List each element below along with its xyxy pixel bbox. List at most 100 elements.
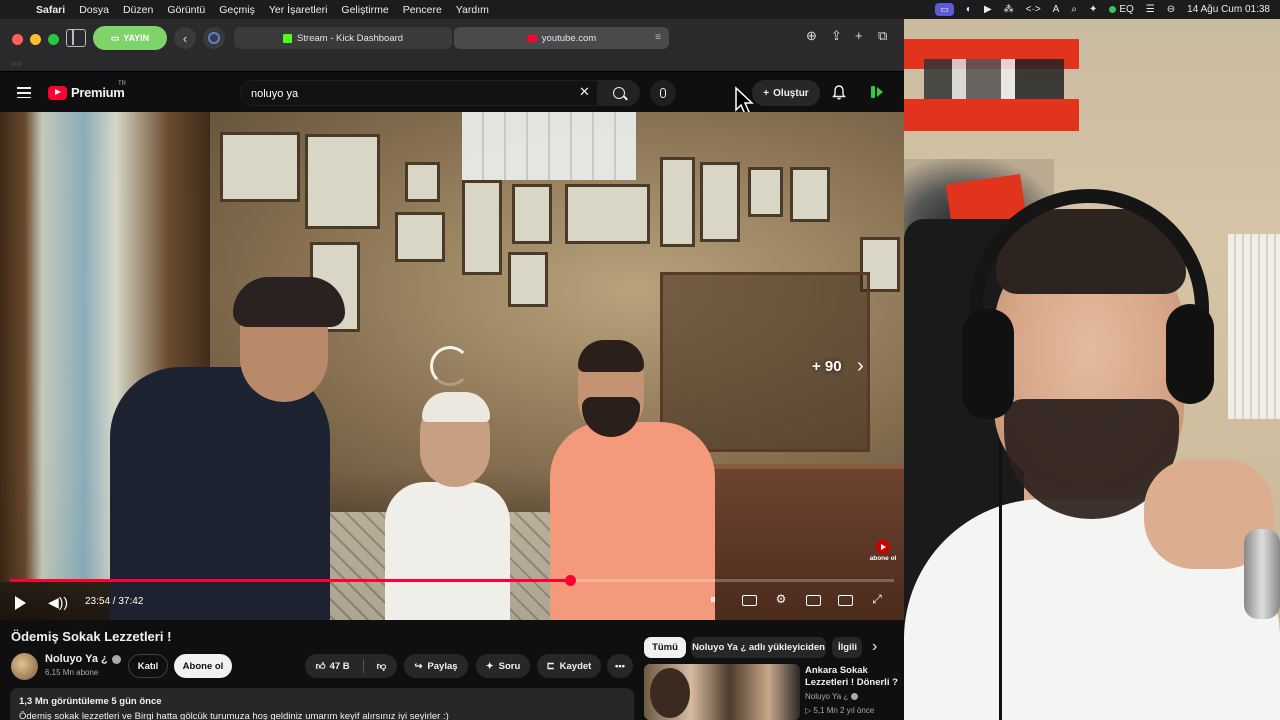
progress-scrubber[interactable] (564, 575, 576, 586)
subscribe-watermark-label: abone ol (869, 555, 897, 562)
settings-gear-icon[interactable]: ⚙ (771, 592, 791, 610)
theater-mode-icon[interactable] (835, 592, 855, 610)
recommended-video-channel[interactable]: Noluyo Ya ¿ (805, 692, 859, 701)
search-button[interactable] (598, 80, 640, 106)
stream-live-button[interactable]: ▭ YAYIN (93, 26, 167, 50)
share-button[interactable]: ↪ Paylaş (404, 654, 468, 678)
back-button-icon[interactable]: ‹ (174, 27, 196, 49)
tab-youtube[interactable]: youtube.com ≡ (454, 27, 669, 49)
ask-button[interactable]: ✦ Soru (476, 654, 530, 678)
account-avatar-icon[interactable] (870, 85, 884, 99)
chip-all[interactable]: Tümü (644, 637, 686, 658)
youtube-premium-logo[interactable]: Premium TR (48, 81, 126, 100)
save-label: Kaydet (559, 660, 592, 672)
tab-kick-dashboard[interactable]: Stream - Kick Dashboard (234, 27, 452, 49)
minimize-window-icon[interactable] (30, 34, 41, 45)
downloads-icon[interactable]: ⊕ (806, 28, 817, 44)
subscribe-watermark[interactable]: abone ol (869, 540, 897, 568)
extension-icon[interactable] (203, 27, 225, 49)
favorites-grid-icon[interactable]: ⁘⁘ (10, 60, 22, 69)
share-icon[interactable]: ⇪ (831, 28, 842, 44)
microphone-icon (660, 88, 666, 98)
channel-name[interactable]: Noluyo Ya ¿ (45, 653, 108, 665)
video-person-center (385, 482, 510, 620)
views-and-date: 1,3 Mn görüntüleme 5 gün önce (19, 696, 162, 707)
video-scene-frame (512, 184, 552, 244)
siri-sparkle-icon[interactable]: ✦ (1089, 4, 1097, 15)
sidebar-toggle-icon[interactable] (66, 29, 86, 47)
progress-bar[interactable] (10, 575, 894, 586)
reader-menu-icon[interactable]: ≡ (655, 32, 661, 43)
description-box[interactable]: 1,3 Mn görüntüleme 5 gün önce Ödemiş sok… (10, 688, 634, 720)
screen-share-icon[interactable]: ▭ (935, 3, 954, 16)
text-cursor-icon[interactable]: A (1053, 4, 1060, 15)
video-scene-frame (748, 167, 783, 217)
video-scene-frame (565, 184, 650, 244)
wifi-dots-icon[interactable]: ⁂ (1004, 4, 1014, 15)
clear-search-icon[interactable]: ✕ (579, 84, 590, 100)
code-icon[interactable]: <·> (1026, 4, 1041, 15)
channel-avatar[interactable] (11, 653, 38, 680)
video-scene-frame (462, 180, 502, 275)
eq-green-dot-icon (1109, 6, 1117, 13)
chevron-right-icon[interactable]: › (857, 355, 864, 378)
video-scene-skylight (462, 112, 636, 180)
search-box (240, 80, 598, 106)
autoplay-toggle-icon[interactable]: ⏸ (703, 592, 723, 610)
menu-gecmis[interactable]: Geçmiş (219, 4, 255, 16)
kick-favicon-icon (282, 33, 292, 43)
menu-yardim[interactable]: Yardım (456, 4, 489, 16)
search-input[interactable] (251, 85, 551, 102)
menu-duzen[interactable]: Düzen (123, 4, 153, 16)
zoom-window-icon[interactable] (48, 34, 59, 45)
video-player[interactable]: + 90 › abone ol ◀)) 23:54 / 37:42 ⏸ ⚙ ⤢ (0, 112, 904, 620)
recommended-video-title[interactable]: Ankara Sokak Lezzetleri ! Dönerli ? (805, 665, 901, 689)
menu-yer-isaretleri[interactable]: Yer İşaretleri (269, 4, 328, 16)
subtitles-icon[interactable] (739, 592, 759, 610)
chip-related[interactable]: İlgili (832, 637, 862, 658)
focus-mode-icon[interactable]: ⊖ (1167, 4, 1175, 15)
dislike-button[interactable]: 👎︎ (377, 660, 387, 672)
subscribe-button[interactable]: Abone ol (174, 654, 232, 678)
video-person-right (550, 422, 715, 620)
hamburger-menu-icon[interactable] (17, 87, 31, 99)
video-title: Ödemiş Sokak Lezzetleri ! (11, 629, 172, 644)
webcam-shelf-items (924, 59, 1064, 104)
chevron-right-icon[interactable]: › (872, 638, 877, 656)
volume-icon[interactable]: ◀)) (48, 594, 68, 611)
eq-status[interactable]: EQ (1109, 4, 1134, 15)
time-display: 23:54 / 37:42 (85, 596, 144, 607)
save-button[interactable]: ⊏ Kaydet (537, 654, 601, 678)
divider (362, 659, 364, 673)
miniplayer-icon[interactable] (803, 592, 823, 610)
share-arrow-icon: ↪ (414, 660, 423, 672)
create-button[interactable]: + Oluştur (752, 80, 820, 106)
tab-overview-icon[interactable]: ⧉ (878, 28, 887, 44)
join-button[interactable]: Katıl (128, 654, 168, 678)
fullscreen-icon[interactable]: ⤢ (867, 592, 887, 610)
chip-from-uploader[interactable]: Noluyo Ya ¿ adlı yükleyiciden (691, 637, 826, 658)
thumbnail-face (650, 668, 690, 718)
control-center-icon[interactable]: ☰ (1146, 4, 1155, 15)
skip-forward-label[interactable]: + 90 (812, 358, 842, 375)
menu-gelistirme[interactable]: Geliştirme (341, 4, 388, 16)
menu-app-name[interactable]: Safari (36, 4, 65, 16)
voice-search-button[interactable] (650, 80, 676, 106)
search-icon (613, 87, 625, 99)
play-circle-icon[interactable]: ▶ (984, 4, 992, 15)
status-circle-icon[interactable]: ◐ (966, 4, 972, 15)
video-person-center-scarf (422, 392, 490, 422)
new-tab-icon[interactable]: + (855, 28, 863, 43)
menubar-clock[interactable]: 14 Ağu Cum 01:38 (1187, 4, 1270, 15)
more-actions-button[interactable]: ••• (607, 654, 633, 678)
play-icon[interactable] (15, 596, 26, 610)
menu-goruntu[interactable]: Görüntü (167, 4, 205, 16)
recommended-video-thumbnail[interactable] (644, 664, 800, 720)
like-button[interactable]: 👍︎ 47 B (316, 660, 350, 673)
close-window-icon[interactable] (12, 34, 23, 45)
channel-name-row[interactable]: Noluyo Ya ¿ (45, 653, 121, 665)
spotlight-search-icon[interactable]: ⌕ (1071, 4, 1077, 15)
menu-pencere[interactable]: Pencere (403, 4, 442, 16)
notifications-bell-icon[interactable] (832, 85, 846, 105)
menu-dosya[interactable]: Dosya (79, 4, 109, 16)
